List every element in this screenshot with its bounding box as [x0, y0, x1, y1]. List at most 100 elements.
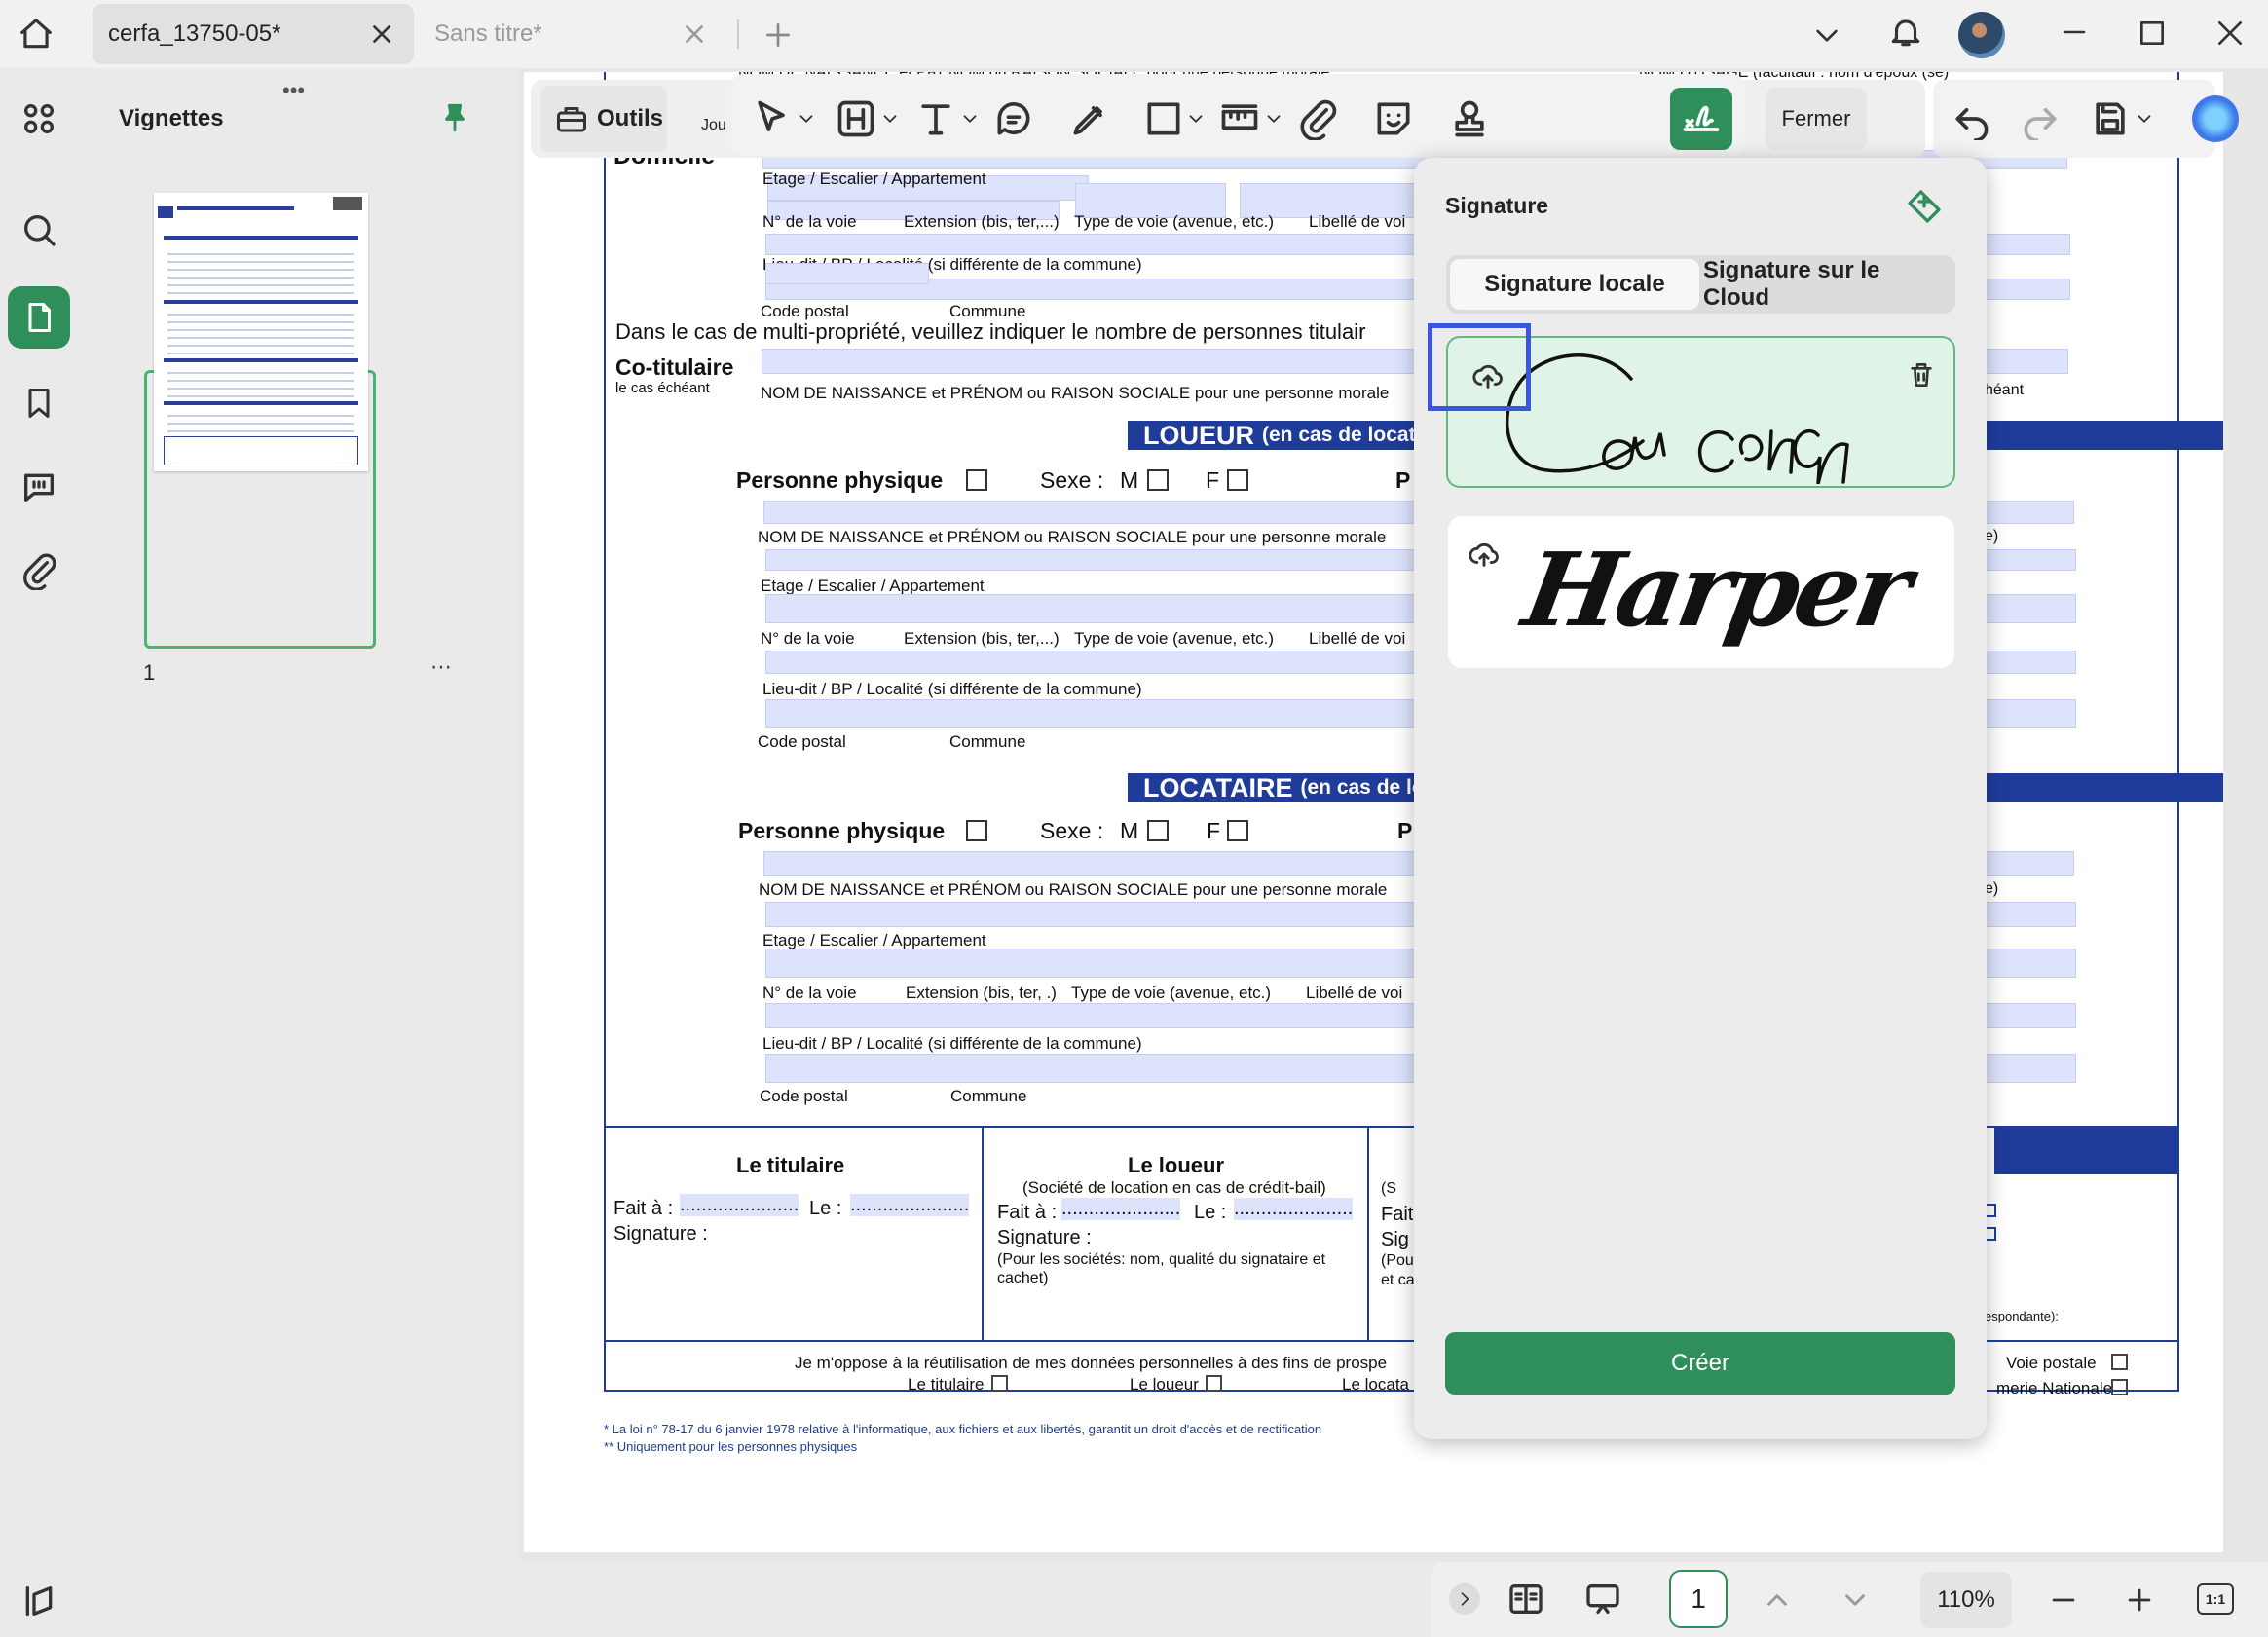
save-icon[interactable]	[2089, 97, 2132, 140]
tab-sans-titre[interactable]: Sans titre*	[419, 4, 740, 64]
rectangle-tool-icon[interactable]	[1142, 97, 1185, 140]
close-tab-icon[interactable]	[682, 21, 707, 47]
tab-label: cerfa_13750-05*	[108, 20, 281, 47]
close-tab-icon[interactable]	[369, 21, 394, 47]
apps-icon[interactable]	[19, 99, 58, 138]
chevron-down-icon[interactable]	[1839, 1583, 1872, 1617]
checkbox[interactable]	[2111, 1354, 2128, 1370]
close-window-icon[interactable]	[2214, 18, 2246, 49]
chevron-down-icon[interactable]	[2134, 97, 2155, 140]
trash-icon[interactable]	[1906, 359, 1937, 391]
chevron-down-icon[interactable]	[959, 97, 981, 140]
tab-cloud-signature[interactable]: Signature sur le Cloud	[1703, 257, 1952, 311]
checkbox[interactable]	[1206, 1375, 1222, 1392]
comment-icon[interactable]	[19, 467, 58, 506]
form-field[interactable]: ......................	[680, 1194, 799, 1216]
tab-local-signature[interactable]: Signature locale	[1450, 259, 1699, 310]
zoom-in-icon[interactable]	[2123, 1583, 2156, 1617]
form-text: Etage / Escalier / Appartement	[762, 931, 986, 949]
form-text: Etage / Escalier / Appartement	[762, 169, 986, 188]
form-field[interactable]: ......................	[1061, 1198, 1181, 1220]
add-signature-icon[interactable]	[1905, 187, 1944, 226]
thumbnails-nav-button[interactable]	[8, 286, 70, 349]
chevron-down-icon[interactable]	[796, 97, 817, 140]
cloud-upload-icon[interactable]	[1468, 538, 1501, 571]
chevron-down-icon[interactable]	[1263, 97, 1284, 140]
measure-tool-icon[interactable]	[1218, 97, 1261, 140]
form-text: e)	[1985, 880, 1999, 897]
checkbox[interactable]	[1227, 469, 1248, 491]
tools-button[interactable]: Outils	[540, 86, 667, 152]
form-text: P	[1395, 467, 1411, 493]
form-text: Fait à :	[997, 1202, 1058, 1223]
form-text: N° de la voie	[761, 629, 855, 648]
form-text: espondante):	[1985, 1309, 2059, 1323]
form-field[interactable]: ......................	[850, 1194, 970, 1216]
avatar[interactable]	[1958, 12, 2005, 58]
select-pointer-icon[interactable]	[751, 97, 794, 140]
form-field[interactable]: ......................	[1234, 1198, 1354, 1220]
comment-tool-icon[interactable]	[992, 97, 1035, 140]
signature-card-harper[interactable]: Harper	[1448, 516, 1954, 668]
sidebar-toggle-icon[interactable]	[19, 1581, 58, 1620]
redo-icon[interactable]	[2019, 97, 2062, 140]
chevron-down-icon[interactable]	[879, 97, 901, 140]
bookmark-icon[interactable]	[21, 384, 56, 423]
signature-tool-button[interactable]	[1670, 88, 1732, 150]
actual-size-button[interactable]: 1:1	[2197, 1583, 2234, 1615]
more-options-icon[interactable]: ⋯	[430, 654, 452, 680]
create-signature-button[interactable]: Créer	[1445, 1332, 1955, 1395]
zoom-level[interactable]: 110%	[1920, 1572, 2012, 1628]
checkbox[interactable]	[966, 469, 987, 491]
stamp-tool-icon[interactable]	[1448, 97, 1491, 140]
tab-cerfa[interactable]: cerfa_13750-05*	[93, 4, 414, 64]
tab-label: Sans titre*	[434, 20, 542, 47]
undo-icon[interactable]	[1951, 97, 1993, 140]
presentation-icon[interactable]	[1581, 1580, 1624, 1618]
toolbox-icon	[554, 101, 589, 136]
form-text: NOM DE NAISSANCE et PRÉNOM ou RAISON SOC…	[758, 528, 1387, 546]
checkbox[interactable]	[1147, 469, 1169, 491]
pen-tool-icon[interactable]	[1068, 97, 1111, 140]
search-icon[interactable]	[19, 210, 58, 249]
pin-icon[interactable]	[438, 101, 471, 134]
maximize-icon[interactable]	[2137, 18, 2168, 49]
section-header	[1994, 1126, 2179, 1174]
ai-assistant-icon[interactable]	[2192, 95, 2239, 142]
thumbnail-panel: ••• Vignettes 1 ⋯	[78, 68, 516, 1637]
form-text: Le titulaire	[908, 1375, 985, 1394]
hidden-text: Jou	[701, 117, 726, 133]
checkbox[interactable]	[1147, 820, 1169, 841]
chevron-down-icon[interactable]	[1185, 97, 1207, 140]
page-thumbnail[interactable]	[154, 193, 368, 471]
form-text: Type de voie (avenue, etc.)	[1071, 984, 1272, 1002]
form-text: Signature :	[613, 1223, 708, 1245]
postal-code-field[interactable]	[765, 263, 929, 284]
checkbox[interactable]	[991, 1375, 1008, 1392]
panel-resize-handle[interactable]: •••	[282, 78, 305, 103]
checkbox[interactable]	[966, 820, 987, 841]
page-number-input[interactable]: 1	[1669, 1570, 1728, 1628]
text-tool-icon[interactable]	[914, 97, 957, 140]
form-text: F	[1207, 818, 1221, 843]
signature-coucou-drawing	[1505, 353, 1849, 484]
reading-mode-icon[interactable]	[1506, 1580, 1546, 1618]
signature-harper-text: Harper	[1515, 530, 1917, 650]
home-icon[interactable]	[18, 16, 55, 53]
zoom-out-icon[interactable]	[2047, 1583, 2080, 1617]
attachment-icon[interactable]	[19, 551, 58, 590]
bell-icon[interactable]	[1887, 14, 1924, 51]
form-text: Co-titulaire	[615, 354, 734, 380]
attachment-tool-icon[interactable]	[1296, 97, 1339, 140]
collapse-bar-button[interactable]	[1449, 1583, 1480, 1615]
highlight-text-icon[interactable]	[835, 97, 877, 140]
chevron-down-icon[interactable]	[1811, 19, 1842, 51]
sticker-tool-icon[interactable]	[1372, 97, 1415, 140]
chevron-up-icon[interactable]	[1761, 1583, 1794, 1617]
editing-toolbar: Outils Jou Fermer	[531, 74, 2254, 158]
minimize-icon[interactable]	[2060, 18, 2089, 47]
checkbox[interactable]	[1227, 820, 1248, 841]
checkbox[interactable]	[2111, 1379, 2128, 1395]
new-tab-icon[interactable]	[762, 19, 794, 51]
close-tools-button[interactable]: Fermer	[1766, 88, 1867, 150]
